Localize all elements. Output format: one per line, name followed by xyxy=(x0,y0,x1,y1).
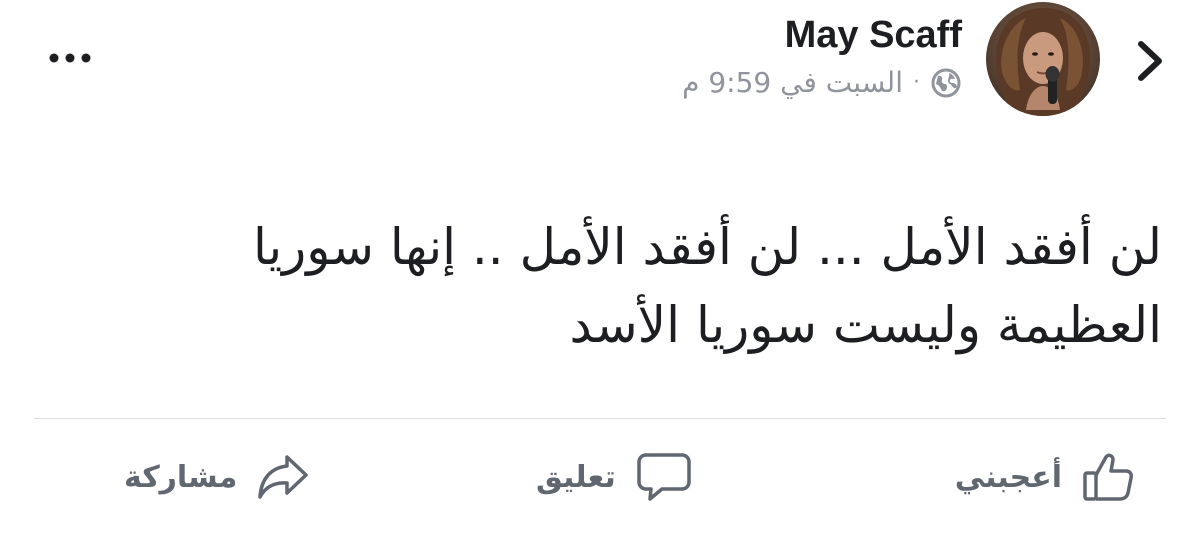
ellipsis-icon xyxy=(49,53,91,63)
comment-bubble-icon xyxy=(636,453,691,501)
avatar[interactable] xyxy=(986,2,1100,116)
post-meta: السبت في 9:59 م · xyxy=(682,66,962,99)
avatar-photo xyxy=(986,2,1100,116)
actions-divider xyxy=(34,418,1166,419)
post-timestamp[interactable]: السبت في 9:59 م xyxy=(682,66,903,99)
author-name[interactable]: May Scaff xyxy=(682,12,962,58)
share-button[interactable]: مشاركة xyxy=(124,446,309,508)
like-button[interactable]: أعجبني xyxy=(955,446,1134,508)
more-options-button[interactable] xyxy=(42,40,98,76)
share-label: مشاركة xyxy=(124,459,238,495)
chevron-right-icon xyxy=(1138,41,1162,81)
like-label: أعجبني xyxy=(954,459,1062,495)
thumbs-up-icon xyxy=(1083,453,1133,501)
share-arrow-icon xyxy=(258,455,309,499)
comment-label: تعليق xyxy=(536,459,616,495)
globe-icon[interactable] xyxy=(930,67,962,99)
author-info: May Scaff السبت في 9:59 م · xyxy=(682,12,962,99)
meta-separator: · xyxy=(913,70,920,95)
post-text: لن أفقد الأمل ... لن أفقد الأمل .. إنها … xyxy=(253,218,1162,354)
post-header: May Scaff السبت في 9:59 م · xyxy=(682,0,1170,130)
back-button[interactable] xyxy=(1130,36,1170,86)
comment-button[interactable]: تعليق xyxy=(536,446,692,508)
